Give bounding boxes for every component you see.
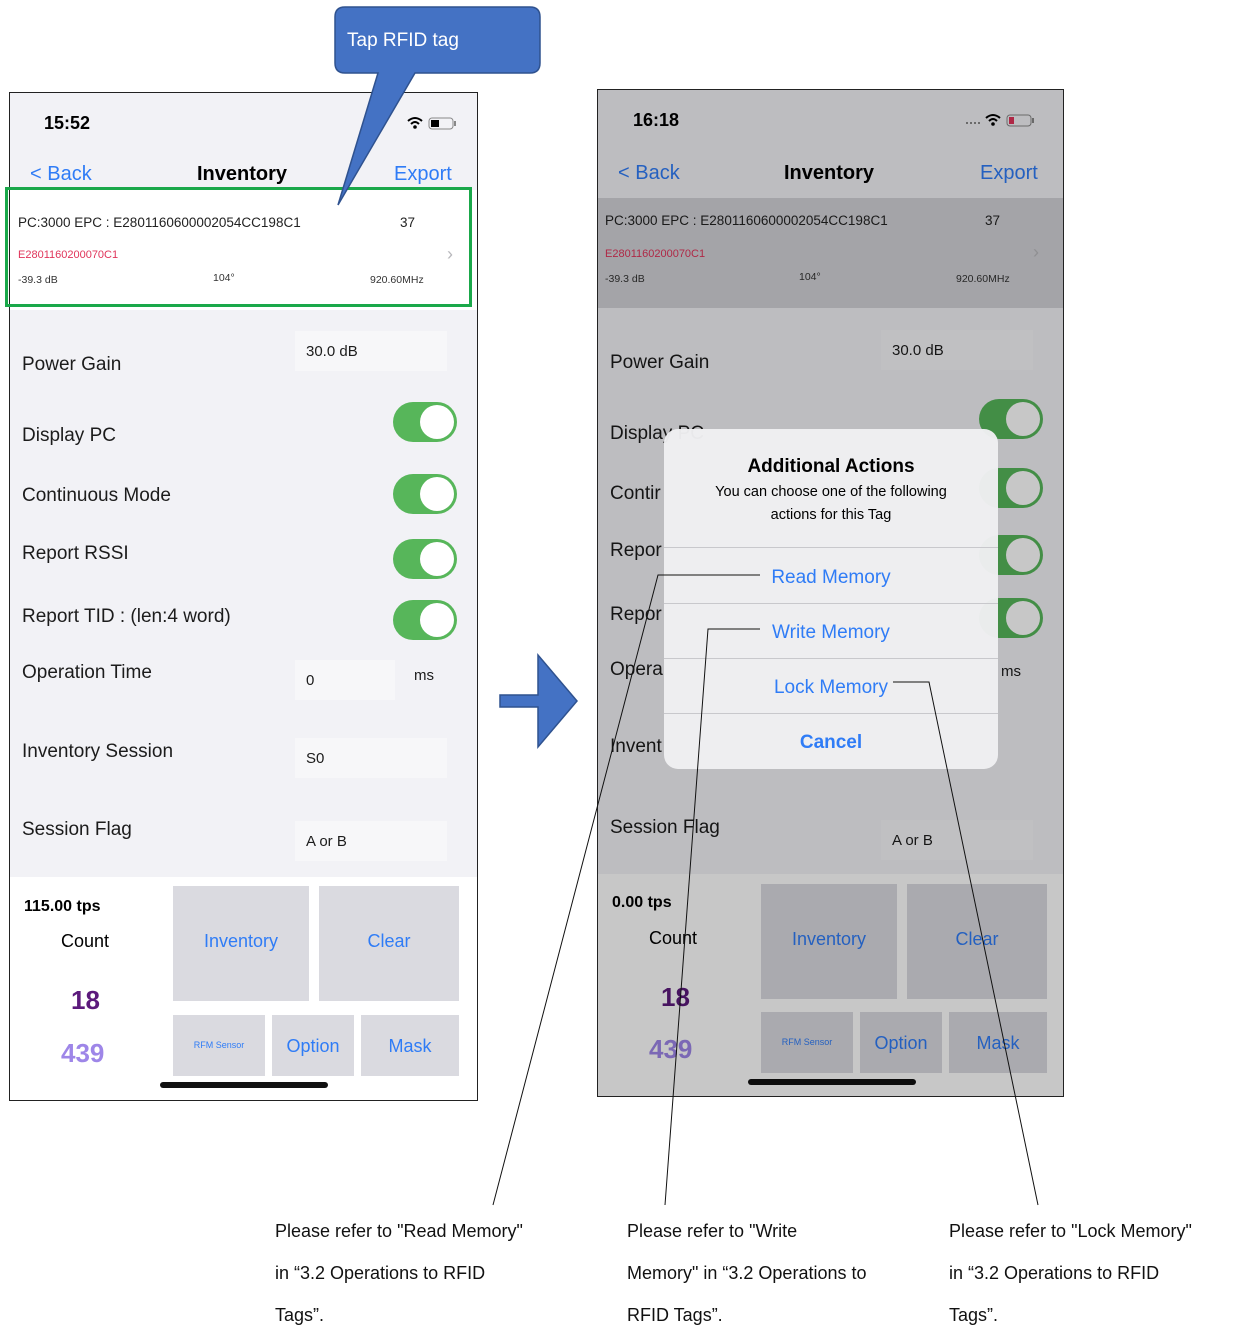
- write-memory-note: Please refer to "Write Memory" in “3.2 Op…: [627, 1221, 867, 1325]
- annotation-leader-lines: [492, 574, 1039, 1206]
- read-memory-note: Please refer to "Read Memory" in “3.2 Ope…: [275, 1221, 523, 1325]
- lock-memory-note: Please refer to "Lock Memory" in “3.2 Ope…: [949, 1221, 1192, 1325]
